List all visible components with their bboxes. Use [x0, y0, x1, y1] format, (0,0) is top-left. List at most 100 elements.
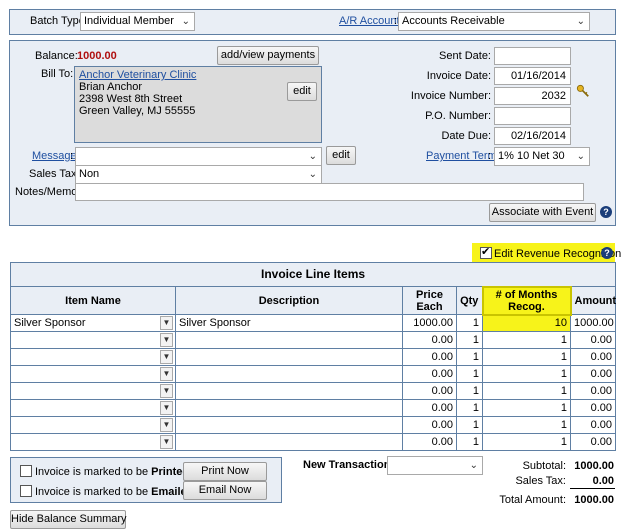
chevron-down-icon[interactable]: ▼	[160, 333, 173, 347]
price-cell[interactable]: 0.00	[402, 416, 457, 434]
item-name-cell[interactable]: ▼	[10, 348, 176, 366]
item-name-cell[interactable]: ▼	[10, 331, 176, 349]
new-transaction-select[interactable]: ⌄	[387, 456, 483, 475]
description-cell[interactable]	[175, 433, 403, 451]
bill-to-name-link[interactable]: Anchor Veterinary Clinic	[79, 69, 196, 81]
batch-type-select[interactable]: Individual Member ⌄	[80, 12, 195, 31]
message-edit-button[interactable]: edit	[326, 146, 356, 165]
payment-terms-select[interactable]: 1% 10 Net 30 ⌄	[494, 147, 590, 166]
qty-cell[interactable]: 1	[456, 314, 483, 332]
ar-account-link[interactable]: A/R Account	[339, 15, 400, 27]
associate-event-button[interactable]: Associate with Event	[489, 203, 596, 222]
col-qty: Qty	[456, 286, 483, 315]
chevron-down-icon: ⌄	[308, 169, 317, 180]
sales-tax-select[interactable]: Non ⌄	[75, 165, 322, 184]
chevron-down-icon[interactable]: ▼	[160, 367, 173, 381]
qty-cell[interactable]: 1	[456, 399, 483, 417]
item-name-cell[interactable]: ▼	[10, 399, 176, 417]
emailed-checkbox[interactable]	[20, 485, 32, 497]
months-cell[interactable]: 1	[482, 331, 571, 349]
item-name-cell[interactable]: ▼	[10, 365, 176, 383]
description-cell[interactable]	[175, 348, 403, 366]
months-cell[interactable]: 1	[482, 416, 571, 434]
price-cell[interactable]: 0.00	[402, 365, 457, 383]
description-cell[interactable]	[175, 365, 403, 383]
sales-tax-value: Non	[79, 168, 100, 180]
qty-cell[interactable]: 1	[456, 365, 483, 383]
qty-cell[interactable]: 1	[456, 348, 483, 366]
qty-cell[interactable]: 1	[456, 433, 483, 451]
col-price-each: Price Each	[402, 286, 457, 315]
col-price-each-line1: Price	[416, 288, 443, 301]
chevron-down-icon[interactable]: ▼	[160, 401, 173, 415]
item-name-cell[interactable]: ▼	[10, 416, 176, 434]
description-cell[interactable]	[175, 416, 403, 434]
price-cell[interactable]: 1000.00	[402, 314, 457, 332]
description-cell[interactable]	[175, 331, 403, 349]
table-row: ▼ 0.00 1 1 0.00	[10, 399, 617, 417]
qty-cell[interactable]: 1	[456, 416, 483, 434]
item-name-cell[interactable]: ▼	[10, 382, 176, 400]
chevron-down-icon[interactable]: ▼	[160, 350, 173, 364]
col-price-each-line2: Each	[416, 300, 443, 313]
balance-label: Balance:	[35, 50, 78, 62]
hide-balance-summary-button[interactable]: Hide Balance Summary	[10, 510, 127, 529]
edit-revenue-checkbox[interactable]	[480, 245, 492, 259]
sent-date-input[interactable]	[494, 47, 571, 65]
line-items-title: Invoice Line Items	[9, 262, 617, 287]
invoice-number-input[interactable]: 2032	[494, 87, 571, 105]
chevron-down-icon[interactable]: ▼	[160, 418, 173, 432]
description-cell[interactable]	[175, 399, 403, 417]
emailed-label: Invoice is marked to be Emailed	[35, 486, 193, 498]
chevron-down-icon[interactable]: ▼	[160, 435, 173, 449]
ar-account-colon: :	[394, 15, 398, 27]
subtotal-label: Subtotal:	[522, 460, 566, 472]
total-amount-value: 1000.00	[574, 494, 614, 506]
months-cell[interactable]: 1	[482, 365, 571, 383]
invoice-number-label: Invoice Number:	[410, 90, 491, 102]
bill-to-street: 2398 West 8th Street	[79, 93, 183, 105]
chevron-down-icon: ⌄	[469, 460, 478, 471]
bill-to-edit-button[interactable]: edit	[287, 82, 317, 101]
notes-label: Notes/Memo:	[15, 186, 81, 198]
item-name-cell[interactable]: Silver Sponsor ▼	[10, 314, 176, 332]
footer-sales-tax-label: Sales Tax:	[515, 475, 566, 487]
sales-tax-label: Sales Tax:	[29, 168, 80, 180]
col-months-line2: Recog.	[508, 300, 545, 313]
date-due-input[interactable]: 02/16/2014	[494, 127, 571, 145]
price-cell[interactable]: 0.00	[402, 433, 457, 451]
description-cell[interactable]	[175, 382, 403, 400]
months-cell[interactable]: 1	[482, 433, 571, 451]
message-select[interactable]: ⌄	[75, 147, 322, 166]
po-number-input[interactable]	[494, 107, 571, 125]
new-transaction-label: New Transaction:	[303, 459, 395, 471]
chevron-down-icon[interactable]: ▼	[160, 316, 173, 330]
months-cell[interactable]: 1	[482, 382, 571, 400]
months-cell[interactable]: 1	[482, 348, 571, 366]
add-view-payments-button[interactable]: add/view payments	[217, 46, 319, 65]
description-cell[interactable]: Silver Sponsor	[175, 314, 403, 332]
help-icon[interactable]: ?	[600, 206, 612, 218]
months-cell[interactable]: 10	[482, 314, 571, 332]
notes-input[interactable]	[75, 183, 584, 201]
chevron-down-icon[interactable]: ▼	[160, 384, 173, 398]
email-now-button[interactable]: Email Now	[183, 481, 267, 500]
print-now-button[interactable]: Print Now	[183, 462, 267, 481]
invoice-date-input[interactable]: 01/16/2014	[494, 67, 571, 85]
col-months-recog: # of Months Recog.	[481, 285, 572, 316]
col-months-line1: # of Months	[495, 288, 558, 301]
qty-cell[interactable]: 1	[456, 382, 483, 400]
printed-checkbox[interactable]	[20, 465, 32, 477]
ar-account-select[interactable]: Accounts Receivable ⌄	[398, 12, 590, 31]
months-cell[interactable]: 1	[482, 399, 571, 417]
bill-to-label: Bill To:	[41, 68, 74, 80]
amount-cell: 0.00	[569, 399, 617, 417]
qty-cell[interactable]: 1	[456, 331, 483, 349]
item-name-cell[interactable]: ▼	[10, 433, 176, 451]
price-cell[interactable]: 0.00	[402, 348, 457, 366]
price-cell[interactable]: 0.00	[402, 382, 457, 400]
revenue-help-icon[interactable]: ?	[601, 247, 613, 259]
price-cell[interactable]: 0.00	[402, 399, 457, 417]
key-search-icon[interactable]	[576, 84, 590, 98]
price-cell[interactable]: 0.00	[402, 331, 457, 349]
